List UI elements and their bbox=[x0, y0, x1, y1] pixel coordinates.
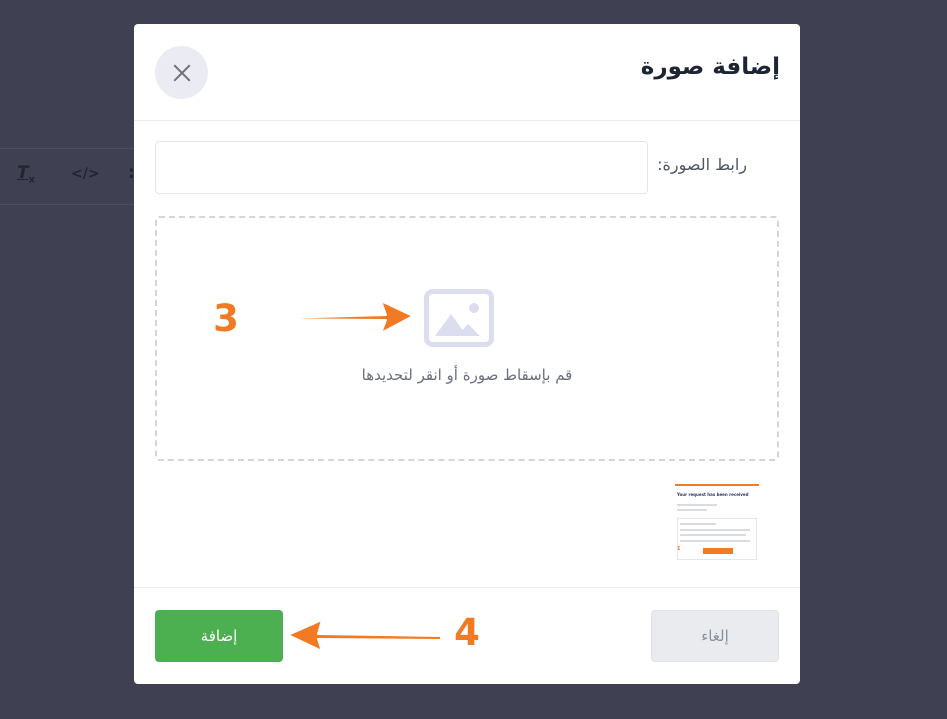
dialog-title: إضافة صورة bbox=[640, 54, 780, 80]
dialog-footer: إضافة إلغاء bbox=[134, 587, 800, 684]
thumbnail-line bbox=[680, 534, 746, 536]
image-url-label: رابط الصورة: bbox=[657, 155, 747, 174]
thumbnail-button bbox=[703, 548, 733, 554]
cancel-button[interactable]: إلغاء bbox=[651, 610, 779, 662]
editor-toolbar: Tx </> : bbox=[0, 148, 140, 205]
close-button[interactable] bbox=[155, 46, 208, 99]
code-icon[interactable]: </> bbox=[71, 166, 100, 182]
add-image-dialog: إضافة صورة رابط الصورة: قم بإسقاط صورة أ… bbox=[134, 24, 800, 684]
thumbnail-title: Your request has been received bbox=[677, 492, 749, 497]
add-button[interactable]: إضافة bbox=[155, 610, 283, 662]
thumbnail-marker: 1 bbox=[677, 546, 681, 552]
dialog-header: إضافة صورة bbox=[134, 24, 800, 121]
thumbnail-topbar bbox=[675, 484, 759, 486]
thumbnail-line bbox=[680, 523, 716, 525]
thumbnail-line bbox=[677, 509, 707, 511]
thumbnail-line bbox=[680, 529, 750, 531]
image-dropzone[interactable]: قم بإسقاط صورة أو انقر لتحديدها bbox=[155, 216, 779, 461]
thumbnail-line bbox=[677, 504, 717, 506]
image-thumbnail[interactable]: Your request has been received 1 bbox=[675, 482, 759, 562]
dropzone-hint: قم بإسقاط صورة أو انقر لتحديدها bbox=[361, 366, 573, 384]
image-icon bbox=[424, 289, 494, 347]
thumbnail-line bbox=[680, 540, 750, 542]
image-url-input[interactable] bbox=[155, 141, 648, 194]
clear-format-icon[interactable]: Tx bbox=[17, 163, 35, 185]
